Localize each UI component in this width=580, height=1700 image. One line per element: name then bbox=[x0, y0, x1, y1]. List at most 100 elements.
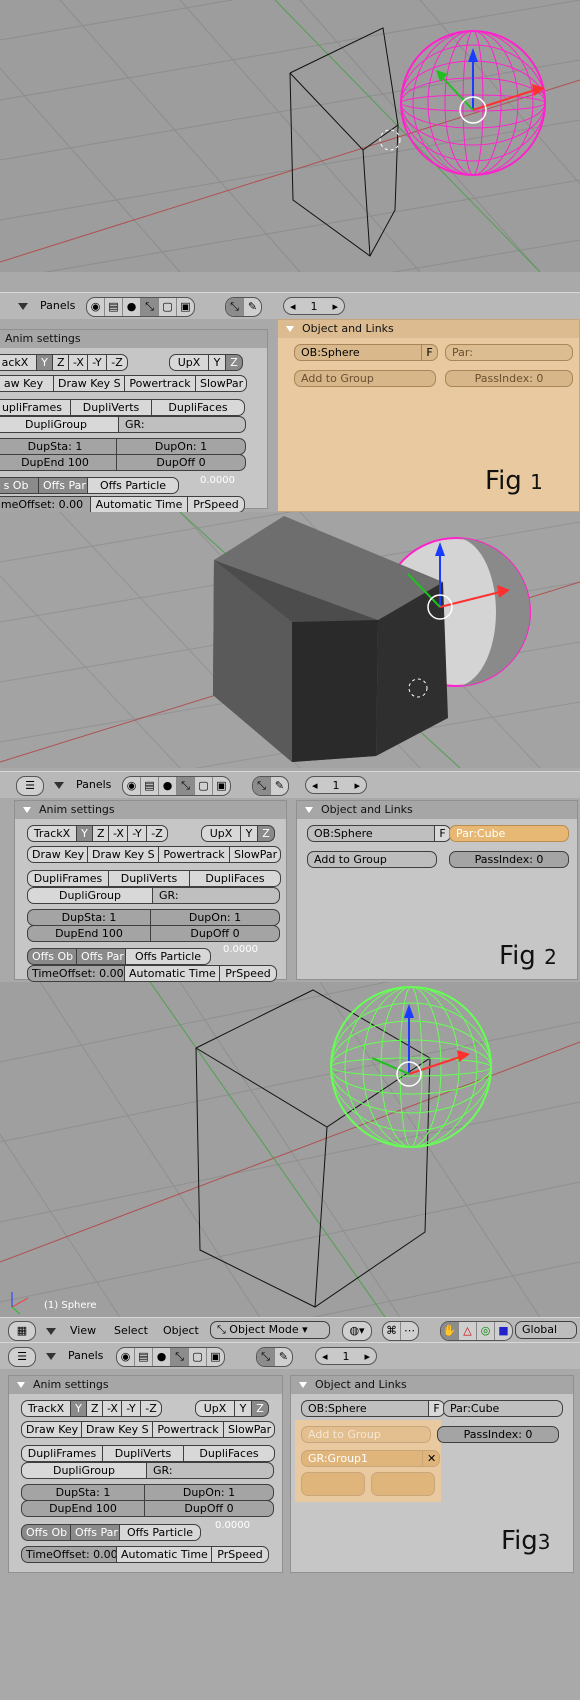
dupligroup-button[interactable]: DupliGroup bbox=[27, 887, 153, 904]
up-y-button[interactable]: Y bbox=[234, 1400, 252, 1417]
window-type-button[interactable]: ☰ bbox=[16, 776, 44, 796]
slowpar-button[interactable]: SlowPar bbox=[229, 846, 281, 863]
up-z-button[interactable]: Z bbox=[251, 1400, 269, 1417]
script-icon[interactable]: ▤ bbox=[135, 1348, 153, 1366]
collapse-triangle-icon[interactable] bbox=[54, 782, 64, 789]
group-layer-buttons-right[interactable] bbox=[371, 1472, 435, 1496]
frame-right-arrow-icon[interactable]: ▸ bbox=[364, 1350, 370, 1363]
shading-icon[interactable]: ● bbox=[159, 777, 177, 795]
rotate-icon[interactable]: ◎ bbox=[477, 1322, 495, 1340]
select-menu[interactable]: Select bbox=[114, 1324, 148, 1337]
track-x-button[interactable]: TrackX bbox=[21, 1400, 71, 1417]
collapse-triangle-icon[interactable] bbox=[18, 303, 28, 310]
offs-ob-button[interactable]: Offs Ob bbox=[27, 948, 77, 965]
duplifaces-button[interactable]: DupliFaces bbox=[189, 870, 281, 887]
frame-right-arrow-icon[interactable]: ▸ bbox=[332, 300, 338, 313]
manipulator-buttons[interactable]: ✋ △ ◎ ■ bbox=[440, 1321, 513, 1341]
draw-key-s-button[interactable]: Draw Key S bbox=[81, 1421, 153, 1438]
duplifaces-button[interactable]: DupliFaces bbox=[183, 1445, 275, 1462]
pivot-icon[interactable]: ⋯ bbox=[401, 1322, 418, 1340]
time-offset-field[interactable]: TimeOffset: 0.00 bbox=[21, 1546, 117, 1563]
frame-counter[interactable]: ◂ 1 ▸ bbox=[305, 776, 367, 794]
object-menu[interactable]: Object bbox=[163, 1324, 199, 1337]
offs-ob-button[interactable]: Offs Ob bbox=[21, 1524, 71, 1541]
automatic-time-button[interactable]: Automatic Time bbox=[124, 965, 220, 982]
physics-icon[interactable]: ✎ bbox=[275, 1348, 292, 1366]
mode-select[interactable]: ⤡ Object Mode ▾ bbox=[210, 1321, 330, 1339]
offs-particle-button[interactable]: Offs Particle bbox=[119, 1524, 201, 1541]
object-sub-icon[interactable]: ⤡ bbox=[257, 1348, 275, 1366]
3d-viewport-fig2[interactable] bbox=[0, 512, 580, 768]
dupligroup-field[interactable]: GR: bbox=[152, 887, 280, 904]
dupliframes-button[interactable]: DupliFrames bbox=[27, 870, 109, 887]
3d-viewport-fig1[interactable] bbox=[0, 0, 580, 272]
script-icon[interactable]: ▤ bbox=[141, 777, 159, 795]
track-neg-y-button[interactable]: -Y bbox=[127, 825, 147, 842]
draw-key-button[interactable]: Draw Key bbox=[21, 1421, 82, 1438]
object-icon[interactable]: ⤡ bbox=[141, 298, 159, 316]
track-z-button[interactable]: Z bbox=[86, 1400, 103, 1417]
up-x-button[interactable]: UpX bbox=[169, 354, 209, 371]
context-buttons[interactable]: ◉ ▤ ● ⤡ ▢ ▣ bbox=[116, 1347, 225, 1367]
physics-icon[interactable]: ✎ bbox=[271, 777, 288, 795]
script-icon[interactable]: ▤ bbox=[105, 298, 123, 316]
track-neg-z-button[interactable]: -Z bbox=[140, 1400, 162, 1417]
frame-left-arrow-icon[interactable]: ◂ bbox=[290, 300, 296, 313]
dupligroup-button[interactable]: DupliGroup bbox=[0, 416, 119, 433]
dupoff-field[interactable]: DupOff 0 bbox=[116, 454, 246, 471]
automatic-time-button[interactable]: Automatic Time bbox=[116, 1546, 212, 1563]
offs-ob-button[interactable]: s Ob bbox=[0, 477, 39, 494]
view-menu[interactable]: View bbox=[70, 1324, 96, 1337]
window-type-button[interactable]: ▦ bbox=[8, 1321, 36, 1341]
subcontext-buttons[interactable]: ⤡ ✎ bbox=[225, 297, 262, 317]
pass-index-field[interactable]: PassIndex: 0 bbox=[449, 851, 569, 868]
hand-icon[interactable]: ✋ bbox=[441, 1322, 459, 1340]
window-type-icon[interactable]: ☰ bbox=[9, 1348, 35, 1366]
frame-counter[interactable]: ◂ 1 ▸ bbox=[315, 1347, 377, 1365]
add-to-group-select[interactable]: Add to Group bbox=[307, 851, 437, 868]
frame-counter[interactable]: ◂ 1 ▸ bbox=[283, 297, 345, 315]
prspeed-button[interactable]: PrSpeed bbox=[219, 965, 277, 982]
editing-icon[interactable]: ▢ bbox=[159, 298, 177, 316]
dupliverts-button[interactable]: DupliVerts bbox=[70, 399, 152, 416]
prspeed-button[interactable]: PrSpeed bbox=[187, 496, 245, 512]
dupligroup-field[interactable]: GR: bbox=[118, 416, 246, 433]
dupsta-field[interactable]: DupSta: 1 bbox=[21, 1484, 145, 1501]
physics-icon[interactable]: ✎ bbox=[244, 298, 261, 316]
add-to-group-select[interactable]: Add to Group bbox=[294, 370, 436, 387]
logic-icon[interactable]: ◉ bbox=[117, 1348, 135, 1366]
draw-key-button[interactable]: aw Key bbox=[0, 375, 54, 392]
offs-particle-button[interactable]: Offs Particle bbox=[87, 477, 179, 494]
dupon-field[interactable]: DupOn: 1 bbox=[116, 438, 246, 455]
orientation-select[interactable]: Global bbox=[515, 1321, 577, 1339]
sphere-draw-icon[interactable]: ◍▾ bbox=[343, 1322, 371, 1340]
frame-left-arrow-icon[interactable]: ◂ bbox=[322, 1350, 328, 1363]
grid-icon[interactable]: ▦ bbox=[9, 1322, 35, 1340]
prspeed-button[interactable]: PrSpeed bbox=[211, 1546, 269, 1563]
track-neg-z-button[interactable]: -Z bbox=[106, 354, 128, 371]
dupoff-field[interactable]: DupOff 0 bbox=[144, 1500, 274, 1517]
powertrack-button[interactable]: Powertrack bbox=[158, 846, 230, 863]
dupend-field[interactable]: DupEnd 100 bbox=[27, 925, 151, 942]
pass-index-field[interactable]: PassIndex: 0 bbox=[437, 1426, 559, 1443]
up-z-button[interactable]: Z bbox=[257, 825, 275, 842]
translate-icon[interactable]: △ bbox=[459, 1322, 477, 1340]
editing-icon[interactable]: ▢ bbox=[189, 1348, 207, 1366]
dupligroup-field[interactable]: GR: bbox=[146, 1462, 274, 1479]
automatic-time-button[interactable]: Automatic Time bbox=[90, 496, 188, 512]
offs-particle-button[interactable]: Offs Particle bbox=[125, 948, 211, 965]
shading-icon[interactable]: ● bbox=[123, 298, 141, 316]
duplifaces-button[interactable]: DupliFaces bbox=[151, 399, 245, 416]
track-x-button[interactable]: TrackX bbox=[27, 825, 77, 842]
track-y-button[interactable]: Y bbox=[36, 354, 53, 371]
dupoff-field[interactable]: DupOff 0 bbox=[150, 925, 280, 942]
slowpar-button[interactable]: SlowPar bbox=[195, 375, 247, 392]
dupsta-field[interactable]: DupSta: 1 bbox=[0, 438, 117, 455]
object-sub-icon[interactable]: ⤡ bbox=[226, 298, 244, 316]
dupliverts-button[interactable]: DupliVerts bbox=[102, 1445, 184, 1462]
object-icon[interactable]: ⤡ bbox=[171, 1348, 189, 1366]
powertrack-button[interactable]: Powertrack bbox=[152, 1421, 224, 1438]
parent-field[interactable]: Par: bbox=[445, 344, 573, 361]
window-type-button[interactable]: ☰ bbox=[8, 1347, 36, 1367]
magnet-icon[interactable]: ⌘ bbox=[383, 1322, 401, 1340]
